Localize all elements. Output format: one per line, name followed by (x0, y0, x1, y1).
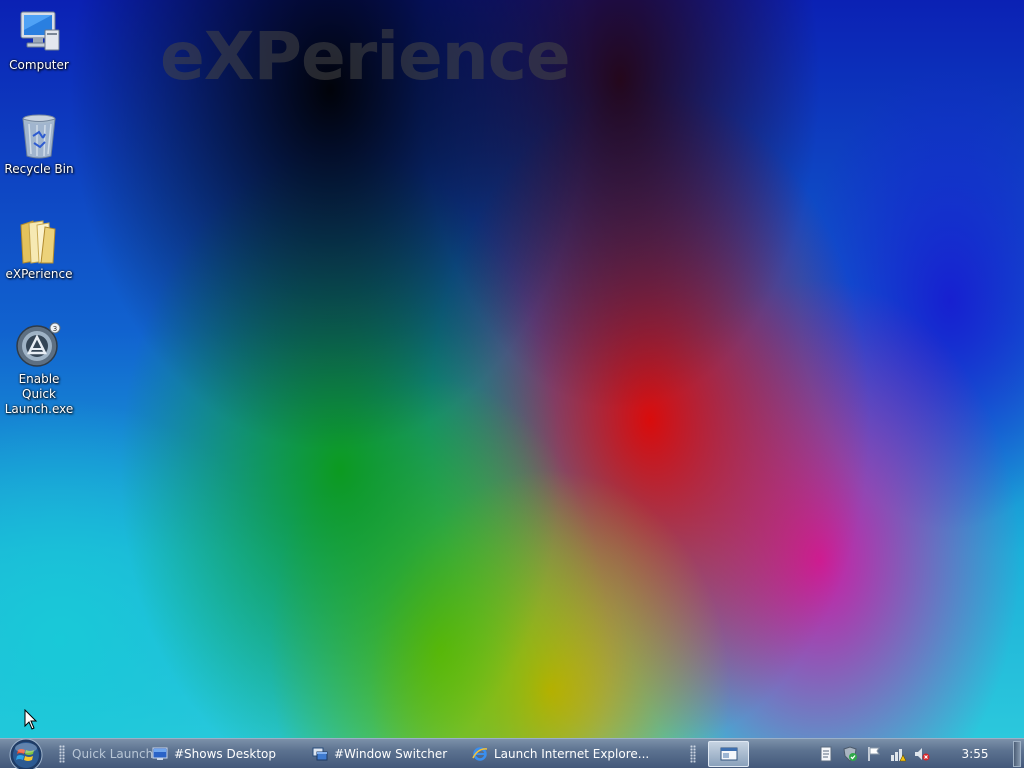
quick-launch-label: Quick Launch (72, 747, 154, 761)
window-icon (720, 747, 737, 761)
action-center-flag-icon[interactable] (866, 746, 882, 762)
recycle-bin-icon (15, 112, 63, 160)
start-button[interactable] (7, 738, 45, 772)
mouse-cursor-icon (24, 709, 38, 730)
taskbar-window-button[interactable] (708, 741, 749, 767)
svg-text:3: 3 (53, 325, 57, 333)
app-launcher-icon: 3 (15, 322, 63, 370)
system-clock[interactable]: 3:55 (950, 739, 1000, 769)
desktop[interactable]: eXPerience Computer Recycle Bin eXPerien… (0, 0, 1024, 738)
folder-icon (15, 217, 63, 265)
toolbar-grip-handle[interactable] (690, 745, 696, 763)
wallpaper-watermark: eXPerience (160, 18, 571, 95)
volume-muted-icon[interactable] (914, 746, 930, 762)
computer-icon (15, 8, 63, 56)
quick-launch-toolbar-label: Quick Launch (72, 742, 153, 766)
desktop-icon-label: Computer (9, 58, 69, 72)
toolbar-grip-handle[interactable] (59, 745, 65, 763)
window-switcher-icon (312, 747, 328, 761)
desktop-icon-label: Recycle Bin (4, 162, 74, 176)
notification-area (818, 742, 930, 766)
network-warning-icon[interactable] (890, 746, 906, 762)
internet-explorer-icon (472, 747, 488, 761)
security-shield-icon[interactable] (842, 746, 858, 762)
quick-launch-show-desktop[interactable]: #Shows Desktop (152, 742, 276, 766)
quick-launch-internet-explorer[interactable]: Launch Internet Explore... (472, 742, 649, 766)
show-desktop-icon (152, 747, 168, 760)
desktop-icon-computer[interactable]: Computer (0, 8, 78, 73)
desktop-icon-experience-folder[interactable]: eXPerience (0, 217, 78, 282)
taskbar: Quick Launch #Shows Desktop #Window Swit… (0, 738, 1024, 772)
desktop-icon-recycle-bin[interactable]: Recycle Bin (0, 112, 78, 177)
desktop-icon-enable-quick-launch[interactable]: 3 Enable Quick Launch.exe (0, 322, 78, 417)
quick-launch-item-label: Launch Internet Explore... (494, 747, 650, 761)
notepad-icon[interactable] (818, 746, 834, 762)
desktop-icon-label: Enable Quick Launch.exe (4, 372, 74, 416)
quick-launch-item-label: #Window Switcher (334, 747, 448, 761)
windows-logo-icon (9, 738, 43, 772)
desktop-icon-label: eXPerience (5, 267, 73, 281)
quick-launch-item-label: #Shows Desktop (174, 747, 276, 761)
quick-launch-window-switcher[interactable]: #Window Switcher (312, 742, 447, 766)
show-desktop-button[interactable] (1013, 741, 1021, 767)
